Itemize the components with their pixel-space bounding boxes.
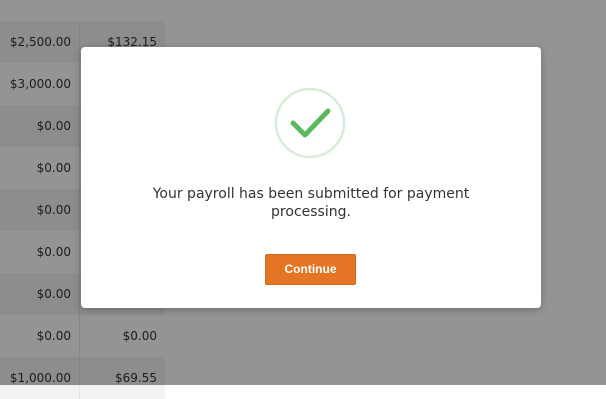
continue-button[interactable]: Continue	[265, 254, 356, 285]
checkmark-circle-icon	[270, 83, 350, 163]
payroll-submitted-dialog: Your payroll has been submitted for paym…	[81, 47, 541, 308]
modal-message: Your payroll has been submitted for paym…	[152, 186, 470, 220]
